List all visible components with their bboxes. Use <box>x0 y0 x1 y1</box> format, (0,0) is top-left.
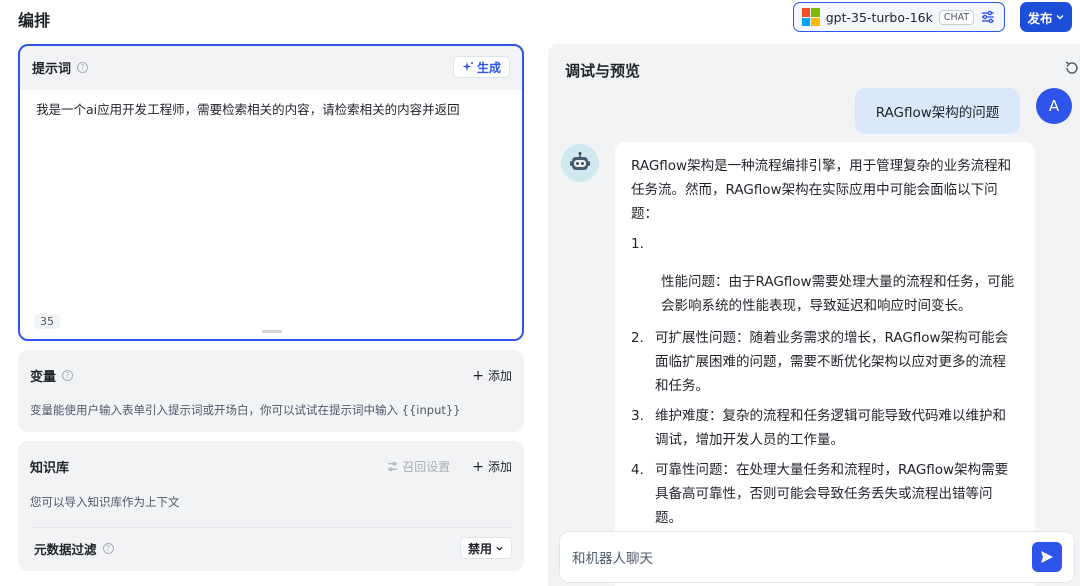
send-button[interactable] <box>1032 542 1062 572</box>
chevron-down-icon <box>496 546 503 551</box>
list-text: 维护难度：复杂的流程和任务逻辑可能导致代码难以维护和调试，增加开发人员的工作量。 <box>655 408 1006 448</box>
sparkle-icon <box>462 62 473 71</box>
add-label: 添加 <box>487 369 512 383</box>
recall-settings-icon <box>388 461 398 472</box>
add-variable-button[interactable]: + 添加 <box>472 367 512 384</box>
list-item: 4. 可靠性问题：在处理大量任务和流程时，RAGflow架构需要具备高可靠性，否… <box>631 458 1019 530</box>
robot-icon <box>561 144 599 182</box>
list-item: 1. 性能问题：由于RAGflow需要处理大量的流程和任务，可能会影响系统的性能… <box>631 232 1019 318</box>
plus-icon: + <box>472 367 484 384</box>
prompt-card: 提示词 ? 生成 我是一个ai应用开发工程师，需要检索相关的内容，请检索相关的内… <box>18 44 524 341</box>
preview-panel: 调试与预览 RAGflow架构的问题 A RAGflow架构是一种流程编排引擎，… <box>548 44 1080 586</box>
prompt-text[interactable]: 我是一个ai应用开发工程师，需要检索相关的内容，请检索相关的内容并返回 <box>36 100 506 120</box>
knowledge-card: 知识库 召回设置 + 添加 您可以导入知识库作为上下文 元数据过滤 ? 禁用 <box>18 441 524 571</box>
refresh-icon[interactable] <box>1064 60 1080 76</box>
knowledge-description: 您可以导入知识库作为上下文 <box>30 495 180 509</box>
list-text: 性能问题：由于RAGflow需要处理大量的流程和任务，可能会影响系统的性能表现，… <box>661 274 1015 314</box>
list-item: 3. 维护难度：复杂的流程和任务逻辑可能导致代码难以维护和调试，增加开发人员的工… <box>631 404 1019 452</box>
model-selector[interactable]: gpt-35-turbo-16k CHAT <box>793 2 1005 32</box>
publish-label: 发布 <box>1027 10 1053 26</box>
preview-title: 调试与预览 <box>565 62 641 80</box>
list-text: 可靠性问题：在处理大量任务和流程时，RAGflow架构需要具备高可靠性，否则可能… <box>655 462 1009 526</box>
add-knowledge-button[interactable]: + 添加 <box>472 458 512 475</box>
publish-button[interactable]: 发布 <box>1020 2 1072 32</box>
chat-input[interactable]: 和机器人聊天 <box>559 531 1075 583</box>
metadata-filter-select[interactable]: 禁用 <box>459 537 512 559</box>
issue-list: 1. 性能问题：由于RAGflow需要处理大量的流程和任务，可能会影响系统的性能… <box>631 232 1019 530</box>
list-number: 2. <box>631 330 644 346</box>
settings-sliders-icon[interactable] <box>980 9 996 25</box>
bot-message: RAGflow架构是一种流程编排引擎，用于管理复杂的业务流程和任务流。然而，RA… <box>615 142 1035 586</box>
variables-description: 变量能使用户输入表单引入提示词或开场白，你可以试试在提示词中输入 {{input… <box>30 403 461 417</box>
list-item: 2. 可扩展性问题：随着业务需求的增长，RAGflow架构可能会面临扩展困难的问… <box>631 326 1019 398</box>
generate-button[interactable]: 生成 <box>452 56 510 78</box>
prompt-label: 提示词 <box>32 61 72 77</box>
help-icon[interactable]: ? <box>62 370 74 381</box>
list-number: 1. <box>631 236 644 252</box>
top-bar: 编排 gpt-35-turbo-16k CHAT 发布 <box>0 0 1080 36</box>
bot-intro: RAGflow架构是一种流程编排引擎，用于管理复杂的业务流程和任务流。然而，RA… <box>631 158 1012 222</box>
list-text: 可扩展性问题：随着业务需求的增长，RAGflow架构可能会面临扩展困难的问题，需… <box>655 330 1009 394</box>
prompt-header: 提示词 ? 生成 <box>20 46 522 88</box>
prompt-editor[interactable]: 我是一个ai应用开发工程师，需要检索相关的内容，请检索相关的内容并返回 <box>20 90 522 339</box>
send-icon <box>1041 551 1053 563</box>
model-mode-badge: CHAT <box>938 9 975 25</box>
list-number: 3. <box>631 408 644 424</box>
plus-icon: + <box>472 458 484 475</box>
microsoft-logo-icon <box>802 8 820 26</box>
page-title: 编排 <box>18 11 51 30</box>
knowledge-label: 知识库 <box>30 461 70 476</box>
help-icon[interactable]: ? <box>77 61 89 73</box>
resize-handle[interactable] <box>262 330 282 333</box>
list-number: 4. <box>631 462 644 478</box>
model-name: gpt-35-turbo-16k <box>825 9 933 25</box>
recall-label: 召回设置 <box>402 460 451 474</box>
metadata-filter-label: 元数据过滤 <box>34 541 97 557</box>
avatar: A <box>1036 88 1072 124</box>
add-label: 添加 <box>487 460 512 474</box>
chat-placeholder[interactable]: 和机器人聊天 <box>572 547 653 567</box>
chevron-down-icon <box>1056 15 1063 20</box>
variables-label: 变量 <box>30 370 57 385</box>
help-icon[interactable]: ? <box>102 542 114 554</box>
generate-label: 生成 <box>476 60 501 75</box>
divider <box>30 527 512 528</box>
char-count: 35 <box>34 314 60 329</box>
recall-settings-button[interactable]: 召回设置 <box>387 458 450 475</box>
metadata-filter-value: 禁用 <box>467 541 492 556</box>
user-message: RAGflow架构的问题 <box>855 88 1020 134</box>
variables-card: 变量 ? + 添加 变量能使用户输入表单引入提示词或开场白，你可以试试在提示词中… <box>18 350 524 432</box>
